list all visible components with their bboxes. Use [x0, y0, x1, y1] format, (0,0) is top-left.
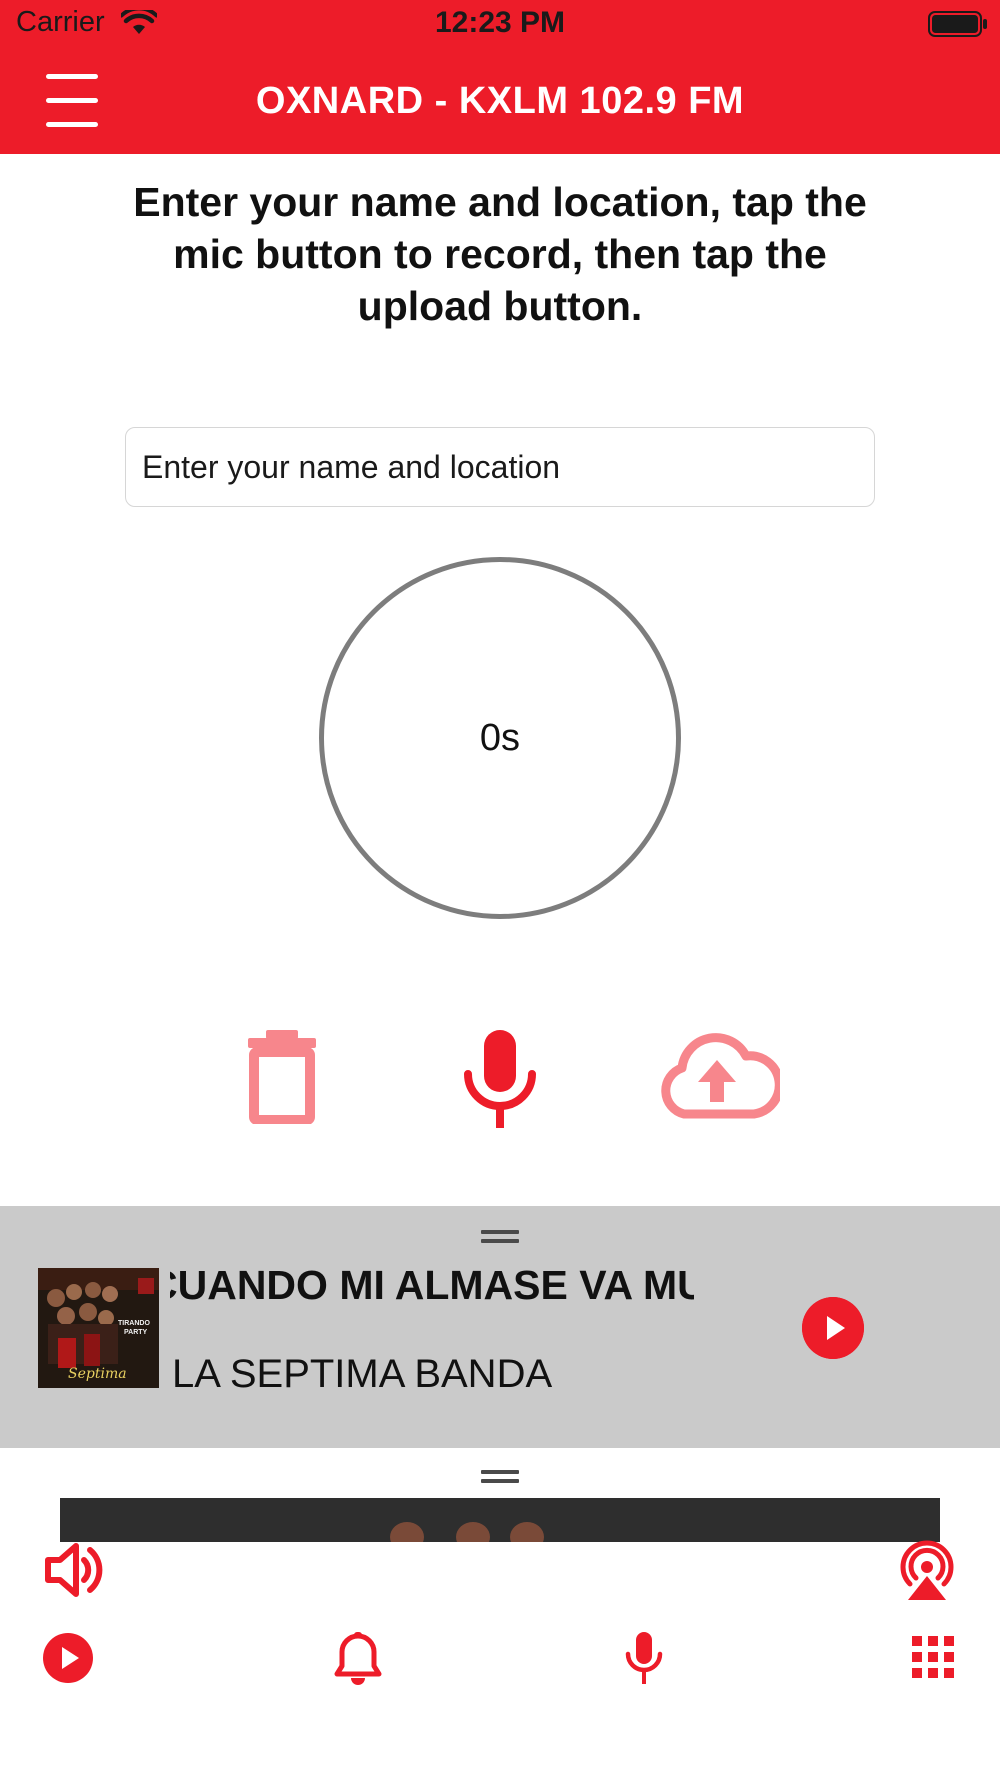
record-button[interactable]	[460, 1028, 540, 1130]
drag-handle-icon[interactable]	[481, 1230, 519, 1244]
bell-icon	[334, 1632, 382, 1685]
album-art-text: PARTY	[124, 1329, 148, 1336]
trash-icon	[248, 1030, 316, 1125]
play-circle-icon	[43, 1633, 93, 1683]
large-album-art	[60, 1498, 940, 1542]
airplay-button[interactable]	[896, 1540, 958, 1602]
album-art-text: TIRANDO	[118, 1320, 150, 1327]
play-circle-icon	[802, 1297, 864, 1359]
tab-notifications[interactable]	[334, 1632, 382, 1686]
recording-timer: 0s	[319, 557, 681, 919]
station-title: OXNARD - KXLM 102.9 FM	[255, 80, 745, 122]
microphone-icon	[625, 1632, 663, 1684]
battery-icon	[928, 11, 988, 42]
tab-play[interactable]	[42, 1632, 94, 1684]
instructions-text: Enter your name and location, tap the mi…	[133, 179, 867, 329]
song-title-text: CUANDO MI ALMASE VA MURIENDO	[170, 1262, 694, 1308]
drag-handle-icon[interactable]	[481, 1470, 519, 1484]
volume-button[interactable]	[44, 1542, 106, 1598]
upload-button[interactable]	[654, 1032, 784, 1122]
clock: 12:23 PM	[434, 6, 566, 39]
name-location-input[interactable]	[125, 427, 875, 507]
svg-text:Septima: Septima	[68, 1366, 127, 1382]
cloud-upload-icon	[661, 1033, 784, 1119]
player-sheet	[0, 1448, 1000, 1778]
nav-bar: OXNARD - KXLM 102.9 FM	[0, 50, 1000, 154]
status-bar: Carrier 12:23 PM	[0, 0, 1000, 50]
microphone-icon	[464, 1030, 536, 1128]
tab-more[interactable]	[912, 1636, 954, 1678]
tab-record[interactable]	[624, 1630, 664, 1686]
album-art: Septima TIRANDO PARTY	[38, 1268, 159, 1388]
delete-recording-button[interactable]	[244, 1028, 320, 1125]
now-playing-bar[interactable]: Septima TIRANDO PARTY CUANDO MI ALMASE V…	[0, 1206, 1000, 1448]
airplay-icon	[900, 1540, 954, 1600]
volume-icon	[45, 1543, 103, 1597]
timer-label: 0s	[479, 716, 521, 759]
song-title: CUANDO MI ALMASE VA MURIENDO	[170, 1258, 694, 1314]
grid-menu-icon	[912, 1636, 954, 1678]
mini-player-play-button[interactable]	[802, 1297, 864, 1359]
artist-name: LA SEPTIMA BANDA	[172, 1352, 553, 1396]
